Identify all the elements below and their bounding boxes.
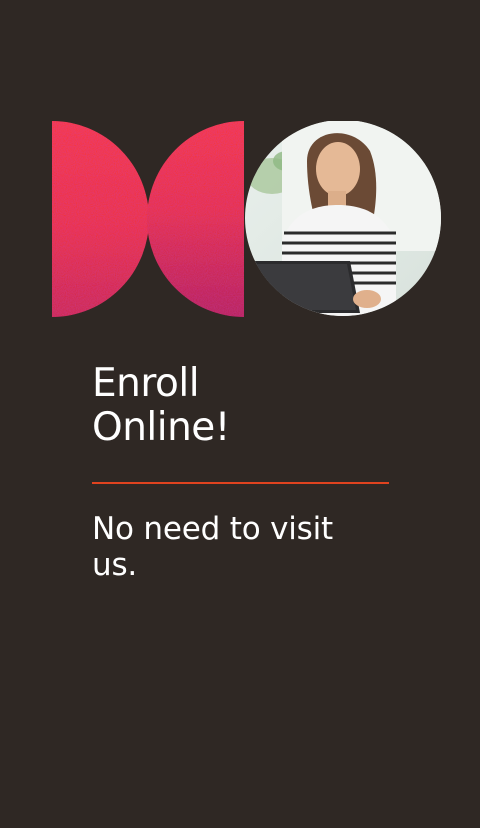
subheadline-line-1: No need to visit xyxy=(92,511,333,547)
headline: Enroll Online! xyxy=(92,362,392,450)
woman-using-tablet-photo xyxy=(245,121,441,316)
headline-line-1: Enroll xyxy=(92,361,200,406)
enroll-promo-screen: Enroll Online! No need to visit us. xyxy=(0,0,480,828)
subheadline: No need to visit us. xyxy=(92,511,392,583)
subheadline-line-2: us. xyxy=(92,547,138,583)
accent-divider xyxy=(92,482,389,484)
headline-line-2: Online! xyxy=(92,405,230,450)
hero-graphic xyxy=(52,121,442,317)
logo-mark-icon xyxy=(52,121,244,317)
